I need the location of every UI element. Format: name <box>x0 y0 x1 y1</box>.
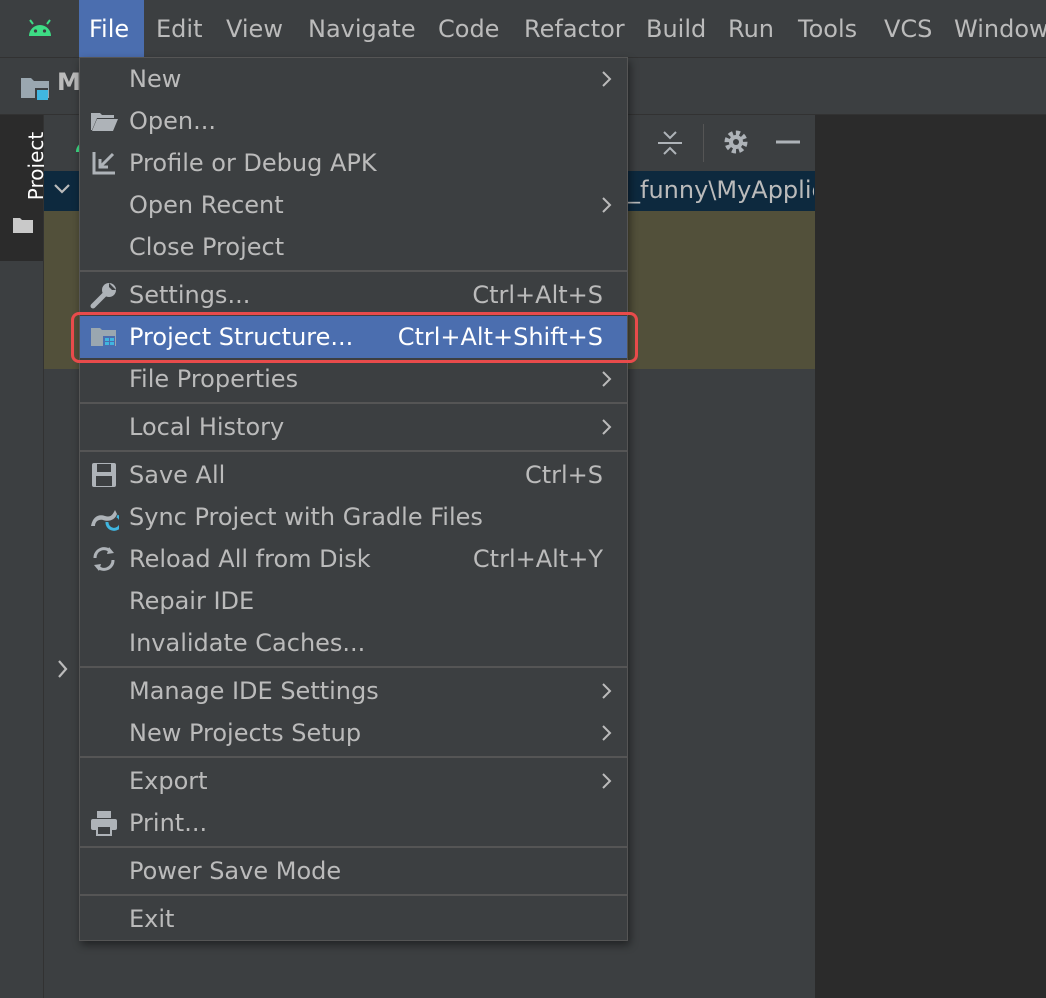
menu-item-new-projects-setup[interactable]: New Projects Setup <box>80 712 627 754</box>
menu-window[interactable]: Window <box>954 0 1046 57</box>
menu-navigate-label: Navigate <box>308 15 416 43</box>
wrench-icon <box>90 283 116 309</box>
chevron-down-icon[interactable] <box>52 176 72 208</box>
printer-icon <box>91 811 117 836</box>
menu-item-new-label: New <box>129 65 182 93</box>
menu-run[interactable]: Run <box>728 0 774 57</box>
folder-icon <box>13 218 33 233</box>
menu-separator <box>80 450 627 452</box>
reload-icon <box>93 547 115 571</box>
collapse-icon[interactable] <box>655 128 685 158</box>
menu-edit-label: Edit <box>156 15 203 43</box>
menu-refactor[interactable]: Refactor <box>524 0 625 57</box>
menu-item-new-projects-setup-label: New Projects Setup <box>129 719 362 747</box>
menu-item-reload-from-disk[interactable]: Reload All from Disk Ctrl+Alt+Y <box>80 538 627 580</box>
menu-item-settings-label: Settings... <box>129 281 251 309</box>
menu-file[interactable]: File <box>79 0 144 57</box>
menu-item-profile-debug-apk-label: Profile or Debug APK <box>129 149 377 177</box>
submenu-arrow-icon <box>602 419 612 435</box>
menu-view[interactable]: View <box>226 0 283 57</box>
minimize-icon[interactable] <box>773 127 803 157</box>
submenu-arrow-icon <box>602 773 612 789</box>
project-name[interactable]: M <box>57 68 81 96</box>
menu-item-invalidate-caches-label: Invalidate Caches... <box>129 629 366 657</box>
submenu-arrow-icon <box>602 725 612 741</box>
menu-view-label: View <box>226 15 283 43</box>
menu-bar: File Edit View Navigate Code Refactor Bu… <box>0 0 1046 58</box>
menu-item-close-project-label: Close Project <box>129 233 285 261</box>
submenu-arrow-icon <box>602 683 612 699</box>
menu-item-settings[interactable]: Settings... Ctrl+Alt+S <box>80 274 627 316</box>
menu-file-label: File <box>89 15 130 43</box>
menu-separator <box>80 270 627 272</box>
menu-item-repair-ide-label: Repair IDE <box>129 587 255 615</box>
menu-item-power-save-mode-label: Power Save Mode <box>129 857 342 885</box>
menu-item-reload-from-disk-label: Reload All from Disk <box>129 545 371 573</box>
menu-item-save-all[interactable]: Save All Ctrl+S <box>80 454 627 496</box>
submenu-arrow-icon <box>602 71 612 87</box>
submenu-arrow-icon <box>602 197 612 213</box>
menu-separator <box>80 402 627 404</box>
menu-navigate[interactable]: Navigate <box>308 0 416 57</box>
menu-item-invalidate-caches[interactable]: Invalidate Caches... <box>80 622 627 664</box>
editor-area <box>815 115 1046 998</box>
menu-item-export[interactable]: Export <box>80 760 627 802</box>
menu-item-print[interactable]: Print... <box>80 802 627 844</box>
project-folder-icon <box>21 78 49 100</box>
save-icon <box>92 463 116 487</box>
menu-item-sync-gradle[interactable]: Sync Project with Gradle Files <box>80 496 627 538</box>
menu-vcs-label: VCS <box>884 15 933 43</box>
menu-item-open[interactable]: Open... <box>80 100 627 142</box>
menu-item-file-properties[interactable]: File Properties <box>80 358 627 400</box>
menu-refactor-label: Refactor <box>524 15 625 43</box>
menu-item-local-history-label: Local History <box>129 413 285 441</box>
menu-item-manage-ide-settings-label: Manage IDE Settings <box>129 677 379 705</box>
submenu-arrow-icon <box>602 371 612 387</box>
menu-separator <box>80 894 627 896</box>
highlight-annotation-box <box>71 312 638 363</box>
menu-item-manage-ide-settings[interactable]: Manage IDE Settings <box>80 670 627 712</box>
menu-build-label: Build <box>646 15 707 43</box>
menu-item-open-recent[interactable]: Open Recent <box>80 184 627 226</box>
menu-item-close-project[interactable]: Close Project <box>80 226 627 268</box>
menu-item-repair-ide[interactable]: Repair IDE <box>80 580 627 622</box>
menu-code-label: Code <box>438 15 500 43</box>
menu-item-file-properties-label: File Properties <box>129 365 299 393</box>
menu-item-save-all-label: Save All <box>129 461 226 489</box>
folder-open-icon <box>91 113 118 131</box>
gradle-sync-icon <box>91 510 119 531</box>
menu-item-sync-gradle-label: Sync Project with Gradle Files <box>129 503 483 531</box>
menu-tools[interactable]: Tools <box>798 0 857 57</box>
menu-item-power-save-mode[interactable]: Power Save Mode <box>80 850 627 892</box>
menu-item-new[interactable]: New <box>80 58 627 100</box>
menu-item-save-all-shortcut: Ctrl+S <box>524 461 603 489</box>
menu-run-label: Run <box>728 15 775 43</box>
menu-item-open-label: Open... <box>129 107 216 135</box>
file-menu: New Open... Profile or Debug APK Open Re… <box>79 57 628 941</box>
menu-item-settings-shortcut: Ctrl+Alt+S <box>472 281 603 309</box>
menu-item-local-history[interactable]: Local History <box>80 406 627 448</box>
menu-item-open-recent-label: Open Recent <box>129 191 284 219</box>
menu-separator <box>80 756 627 758</box>
menu-item-profile-debug-apk[interactable]: Profile or Debug APK <box>80 142 627 184</box>
chevron-right-icon[interactable] <box>54 656 72 688</box>
menu-separator <box>80 846 627 848</box>
menu-tools-label: Tools <box>798 15 858 43</box>
menu-code[interactable]: Code <box>438 0 499 57</box>
menu-build[interactable]: Build <box>646 0 706 57</box>
menu-item-exit[interactable]: Exit <box>80 898 627 940</box>
toolbar-divider <box>703 124 704 162</box>
android-logo-icon <box>29 19 51 36</box>
menu-item-exit-label: Exit <box>129 905 175 933</box>
project-path: _funny\MyApplic <box>628 176 814 204</box>
menu-edit[interactable]: Edit <box>156 0 202 57</box>
menu-item-export-label: Export <box>129 767 208 795</box>
menu-separator <box>80 666 627 668</box>
menu-window-label: Window <box>954 15 1046 43</box>
gear-icon[interactable] <box>721 127 751 157</box>
menu-vcs[interactable]: VCS <box>884 0 932 57</box>
menu-item-print-label: Print... <box>129 809 208 837</box>
debug-apk-icon <box>92 152 115 175</box>
menu-item-reload-from-disk-shortcut: Ctrl+Alt+Y <box>472 545 603 573</box>
